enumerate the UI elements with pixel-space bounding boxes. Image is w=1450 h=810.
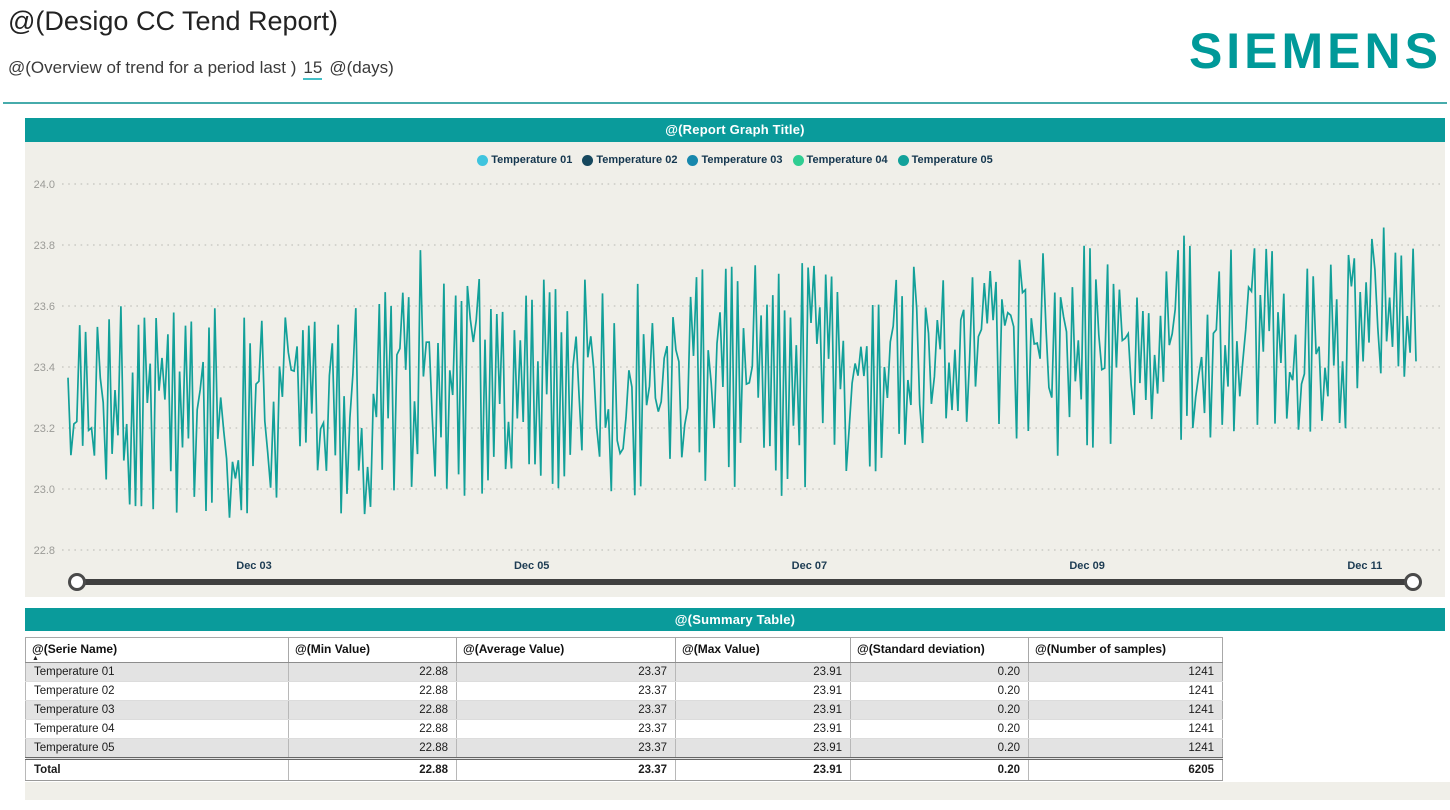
standard-deviation-cell: 0.20 xyxy=(851,739,1029,759)
y-tick-label: 23.0 xyxy=(34,484,55,496)
footer-strip xyxy=(25,782,1450,800)
min-value-cell: 22.88 xyxy=(289,682,457,701)
summary-panel: @(Summary Table) @(Serie Name) ▲ @(Min V… xyxy=(25,608,1445,781)
chart-legend: Temperature 01 Temperature 02 Temperature … xyxy=(25,154,1445,166)
x-tick-label: Dec 07 xyxy=(792,560,827,572)
total-label-cell: Total xyxy=(26,759,289,781)
max-value-cell: 23.91 xyxy=(676,682,851,701)
standard-deviation-cell: 0.20 xyxy=(851,720,1029,739)
sort-ascending-icon: ▲ xyxy=(32,656,39,662)
serie-name-cell: Temperature 04 xyxy=(26,720,289,739)
trend-report-page: @(Desigo CC Tend Report) @(Overview of t… xyxy=(0,0,1450,810)
average-value-cell: 23.37 xyxy=(457,720,676,739)
samples-cell: 1241 xyxy=(1029,701,1223,720)
legend-label: Temperature 05 xyxy=(912,154,993,166)
min-value-cell: 22.88 xyxy=(289,701,457,720)
y-tick-label: 23.4 xyxy=(34,362,55,374)
legend-dot-icon xyxy=(477,155,488,166)
samples-cell: 1241 xyxy=(1029,682,1223,701)
column-header-label: @(Serie Name) xyxy=(32,642,117,656)
graph-panel-title: @(Report Graph Title) xyxy=(25,118,1445,142)
max-value-cell: 23.91 xyxy=(676,720,851,739)
total-samples-cell: 6205 xyxy=(1029,759,1223,781)
time-slider-track[interactable] xyxy=(77,579,1413,585)
average-value-cell: 23.37 xyxy=(457,739,676,759)
table-row: Temperature 03 22.88 23.37 23.91 0.20 12… xyxy=(26,701,1223,720)
total-standard-deviation-cell: 0.20 xyxy=(851,759,1029,781)
y-tick-label: 23.2 xyxy=(34,423,55,435)
column-header-number-of-samples[interactable]: @(Number of samples) xyxy=(1029,638,1223,663)
summary-table: @(Serie Name) ▲ @(Min Value) @(Average V… xyxy=(25,637,1223,781)
legend-item[interactable]: Temperature 04 xyxy=(793,154,888,166)
trend-line xyxy=(68,228,1416,518)
column-header-min-value[interactable]: @(Min Value) xyxy=(289,638,457,663)
subtitle-prefix: @(Overview of trend for a period last ) xyxy=(8,58,296,77)
y-tick-label: 24.0 xyxy=(34,179,55,191)
legend-dot-icon xyxy=(898,155,909,166)
legend-dot-icon xyxy=(582,155,593,166)
min-value-cell: 22.88 xyxy=(289,720,457,739)
x-tick-label: Dec 11 xyxy=(1347,560,1382,572)
total-max-cell: 23.91 xyxy=(676,759,851,781)
column-header-max-value[interactable]: @(Max Value) xyxy=(676,638,851,663)
legend-label: Temperature 02 xyxy=(596,154,677,166)
x-tick-label: Dec 03 xyxy=(236,560,271,572)
total-min-cell: 22.88 xyxy=(289,759,457,781)
legend-dot-icon xyxy=(793,155,804,166)
table-row: Temperature 01 22.88 23.37 23.91 0.20 12… xyxy=(26,663,1223,682)
min-value-cell: 22.88 xyxy=(289,663,457,682)
max-value-cell: 23.91 xyxy=(676,701,851,720)
max-value-cell: 23.91 xyxy=(676,739,851,759)
table-row: Temperature 04 22.88 23.37 23.91 0.20 12… xyxy=(26,720,1223,739)
column-header-standard-deviation[interactable]: @(Standard deviation) xyxy=(851,638,1029,663)
samples-cell: 1241 xyxy=(1029,739,1223,759)
y-tick-label: 23.8 xyxy=(34,240,55,252)
standard-deviation-cell: 0.20 xyxy=(851,682,1029,701)
page-title: @(Desigo CC Tend Report) xyxy=(8,6,338,37)
legend-label: Temperature 01 xyxy=(491,154,572,166)
serie-name-cell: Temperature 01 xyxy=(26,663,289,682)
period-days-value[interactable]: 15 xyxy=(303,58,322,80)
time-slider-handle-right[interactable] xyxy=(1404,573,1422,591)
average-value-cell: 23.37 xyxy=(457,663,676,682)
column-header-serie-name[interactable]: @(Serie Name) ▲ xyxy=(26,638,289,663)
samples-cell: 1241 xyxy=(1029,720,1223,739)
legend-item[interactable]: Temperature 05 xyxy=(898,154,993,166)
x-tick-label: Dec 09 xyxy=(1069,560,1104,572)
legend-item[interactable]: Temperature 01 xyxy=(477,154,572,166)
min-value-cell: 22.88 xyxy=(289,739,457,759)
table-row: Temperature 05 22.88 23.37 23.91 0.20 12… xyxy=(26,739,1223,759)
table-total-row: Total 22.88 23.37 23.91 0.20 6205 xyxy=(26,759,1223,781)
serie-name-cell: Temperature 05 xyxy=(26,739,289,759)
column-header-average-value[interactable]: @(Average Value) xyxy=(457,638,676,663)
average-value-cell: 23.37 xyxy=(457,701,676,720)
legend-item[interactable]: Temperature 03 xyxy=(687,154,782,166)
y-tick-label: 23.6 xyxy=(34,301,55,313)
samples-cell: 1241 xyxy=(1029,663,1223,682)
table-row: Temperature 02 22.88 23.37 23.91 0.20 12… xyxy=(26,682,1223,701)
table-header-row: @(Serie Name) ▲ @(Min Value) @(Average V… xyxy=(26,638,1223,663)
chart-area: Temperature 01 Temperature 02 Temperature … xyxy=(25,142,1445,597)
legend-label: Temperature 04 xyxy=(807,154,888,166)
average-value-cell: 23.37 xyxy=(457,682,676,701)
legend-item[interactable]: Temperature 02 xyxy=(582,154,677,166)
serie-name-cell: Temperature 02 xyxy=(26,682,289,701)
siemens-logo: SIEMENS xyxy=(1189,22,1442,80)
max-value-cell: 23.91 xyxy=(676,663,851,682)
graph-panel: @(Report Graph Title) Temperature 01Temp… xyxy=(25,118,1445,597)
summary-panel-title: @(Summary Table) xyxy=(25,608,1445,631)
serie-name-cell: Temperature 03 xyxy=(26,701,289,720)
time-slider-handle-left[interactable] xyxy=(68,573,86,591)
standard-deviation-cell: 0.20 xyxy=(851,663,1029,682)
x-tick-label: Dec 05 xyxy=(514,560,549,572)
trend-chart[interactable]: 24.0 23.8 23.6 23.4 23.2 23.0 22.8 Dec 03 Dec 05… xyxy=(25,142,1445,597)
subtitle-suffix: @(days) xyxy=(329,58,394,77)
header-divider xyxy=(3,102,1447,104)
total-average-cell: 23.37 xyxy=(457,759,676,781)
y-tick-label: 22.8 xyxy=(34,545,55,557)
standard-deviation-cell: 0.20 xyxy=(851,701,1029,720)
report-subtitle: @(Overview of trend for a period last ) 1… xyxy=(8,58,394,78)
legend-label: Temperature 03 xyxy=(701,154,782,166)
legend-dot-icon xyxy=(687,155,698,166)
